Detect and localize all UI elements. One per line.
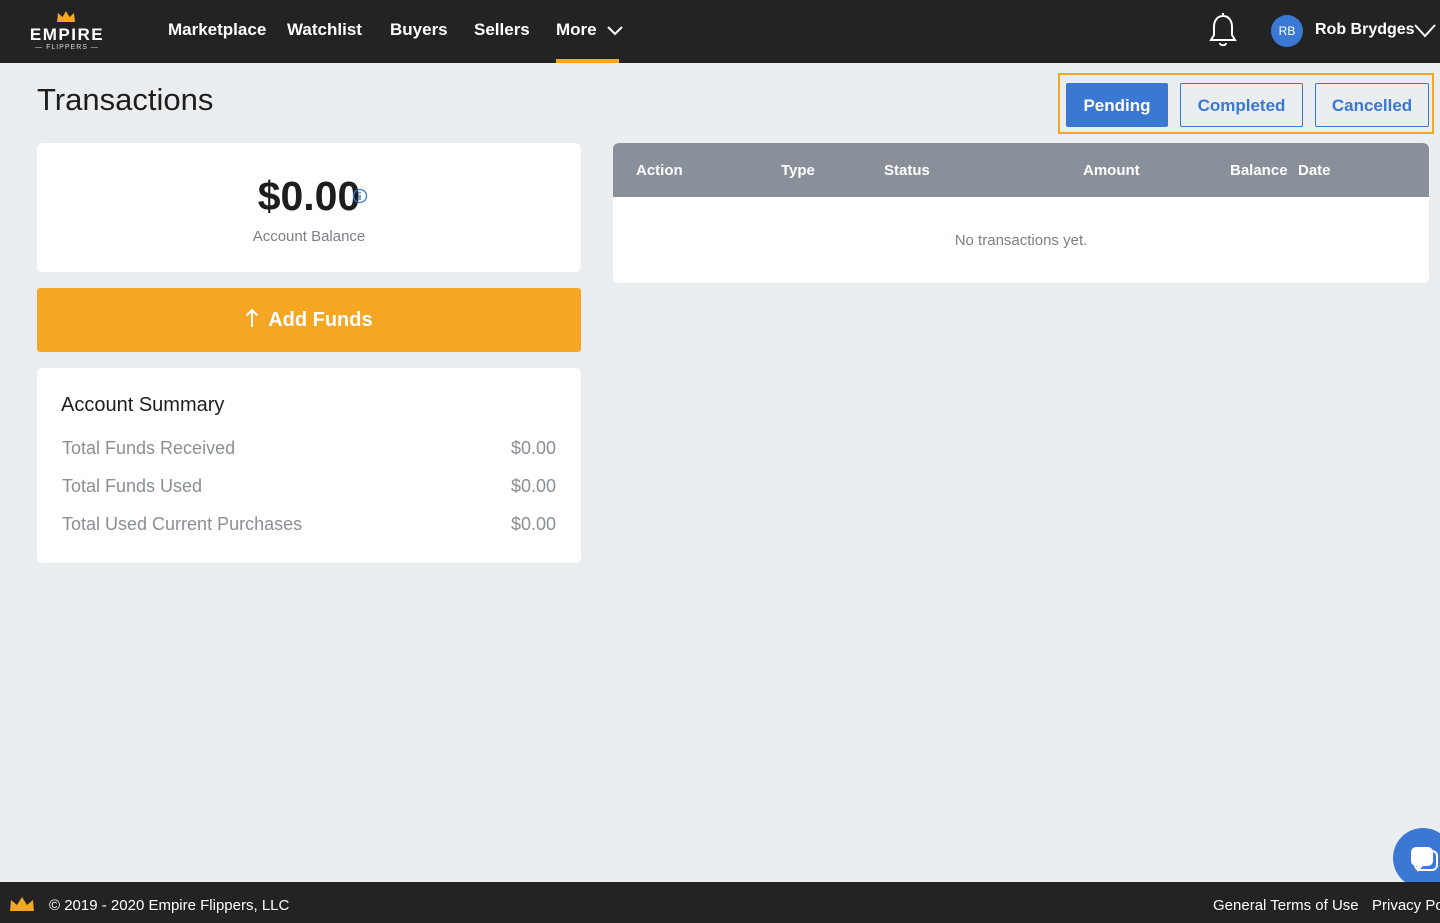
logo-word: EMPIRE — [29, 25, 105, 44]
summary-row-value: $0.00 — [510, 514, 556, 534]
column-header-status[interactable]: Status — [884, 162, 930, 179]
info-icon[interactable] — [352, 188, 368, 204]
column-header-amount[interactable]: Amount — [1083, 162, 1140, 179]
footer-copyright: © 2019 - 2020 Empire Flippers, LLC — [49, 897, 290, 914]
column-header-date[interactable]: Date — [1298, 162, 1331, 179]
tab-cancelled[interactable]: Cancelled — [1315, 83, 1429, 127]
balance-amount-row: $0.00 — [37, 173, 581, 220]
bell-icon[interactable] — [1207, 13, 1239, 49]
top-navbar: EMPIRE — FLIPPERS — Marketplace Watchlis… — [0, 0, 1440, 63]
nav-marketplace[interactable]: Marketplace — [168, 20, 266, 40]
nav-buyers[interactable]: Buyers — [390, 20, 448, 40]
add-funds-label: Add Funds — [268, 309, 373, 331]
page-title: Transactions — [37, 82, 214, 117]
arrow-up-icon — [246, 308, 259, 327]
summary-row: Total Funds Used $0.00 — [62, 476, 556, 500]
column-header-type[interactable]: Type — [781, 162, 815, 179]
tab-pending[interactable]: Pending — [1066, 83, 1168, 127]
balance-label: Account Balance — [252, 228, 366, 245]
transactions-table: Action Type Status Amount Balance Date N… — [613, 143, 1429, 283]
summary-row-value: $0.00 — [510, 438, 556, 458]
live-chat-button[interactable] — [1393, 828, 1440, 888]
user-avatar[interactable]: RB — [1271, 15, 1303, 47]
summary-title: Account Summary — [61, 394, 225, 416]
empire-flippers-logo[interactable]: EMPIRE — FLIPPERS — — [27, 10, 107, 54]
summary-row-label: Total Funds Used — [62, 476, 203, 496]
table-header: Action Type Status Amount Balance Date — [613, 143, 1429, 197]
crown-icon — [10, 897, 34, 911]
footer: © 2019 - 2020 Empire Flippers, LLC Gener… — [0, 882, 1440, 923]
logo-subtitle: — FLIPPERS — — [35, 44, 99, 51]
crown-icon — [57, 11, 75, 22]
footer-link-privacy[interactable]: Privacy Pol — [1372, 897, 1440, 914]
add-funds-button[interactable]: Add Funds — [37, 288, 581, 352]
column-header-action[interactable]: Action — [636, 162, 683, 179]
nav-more-label: More — [556, 20, 597, 39]
chevron-down-icon[interactable] — [1414, 24, 1436, 38]
summary-row-value: $0.00 — [510, 476, 556, 496]
chevron-down-icon — [607, 25, 624, 35]
balance-amount: $0.00 — [257, 173, 361, 219]
user-name[interactable]: Rob Brydges — [1315, 21, 1415, 39]
nav-sellers[interactable]: Sellers — [474, 20, 530, 40]
summary-row: Total Used Current Purchases $0.00 — [62, 514, 556, 538]
column-header-balance[interactable]: Balance — [1230, 162, 1288, 179]
summary-row-label: Total Funds Received — [62, 438, 236, 458]
empty-state-message: No transactions yet. — [954, 232, 1088, 249]
tab-completed[interactable]: Completed — [1180, 83, 1303, 127]
nav-watchlist[interactable]: Watchlist — [287, 20, 362, 40]
footer-link-terms[interactable]: General Terms of Use — [1213, 897, 1359, 914]
summary-row-label: Total Used Current Purchases — [62, 514, 303, 534]
account-summary-card: Account Summary Total Funds Received $0.… — [37, 368, 581, 563]
account-balance-card: $0.00 Account Balance — [37, 143, 581, 272]
nav-more[interactable]: More — [556, 20, 624, 40]
nav-active-indicator — [556, 59, 619, 63]
chat-icon — [1411, 847, 1438, 872]
summary-row: Total Funds Received $0.00 — [62, 438, 556, 462]
